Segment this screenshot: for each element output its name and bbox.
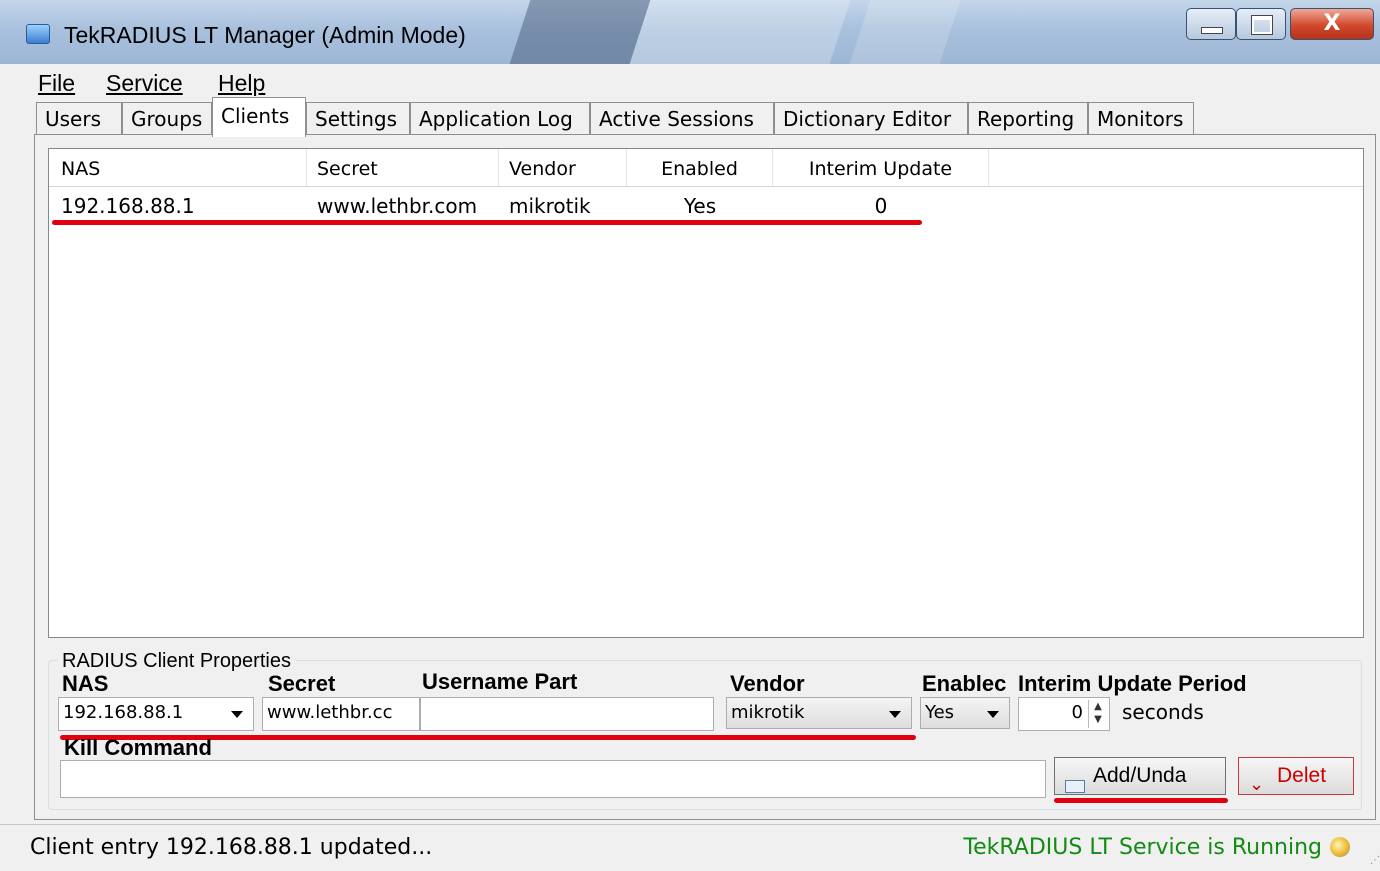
kill-command-input[interactable] [60, 760, 1046, 798]
save-icon [1065, 780, 1085, 793]
tab-clients[interactable]: Clients [212, 97, 306, 137]
annotation-underline-row [52, 220, 922, 225]
interim-update-period-label: Interim Update Period [1018, 671, 1247, 696]
service-status: TekRADIUS LT Service is Running [963, 835, 1322, 860]
resize-grip-icon[interactable]: ⋰ [1370, 855, 1380, 866]
status-message: Client entry 192.168.88.1 updated... [30, 835, 433, 860]
tab-reporting[interactable]: Reporting [968, 102, 1088, 134]
menu-service[interactable]: Service [106, 70, 183, 97]
table-row[interactable]: 192.168.88.1 www.lethbr.com mikrotik Yes… [49, 193, 1363, 223]
app-icon [26, 24, 50, 44]
service-running-icon [1330, 837, 1350, 857]
spinner-arrows-icon[interactable]: ▲ ▼ [1088, 700, 1107, 728]
window-title: TekRADIUS LT Manager (Admin Mode) [64, 22, 466, 48]
cell-vendor: mikrotik [509, 194, 591, 218]
column-header-enabled[interactable]: Enabled [627, 149, 773, 186]
menu-file[interactable]: File [38, 70, 75, 97]
kill-command-label: Kill Command [64, 735, 212, 760]
table-header: NAS Secret Vendor Enabled Interim Update [49, 149, 1363, 187]
username-part-label: Username Part [422, 669, 578, 694]
minimize-button[interactable] [1186, 8, 1236, 40]
add-update-button[interactable]: Add/Unda [1054, 757, 1226, 795]
tab-settings[interactable]: Settings [306, 102, 410, 134]
delete-icon: ⌄ [1249, 774, 1265, 794]
nas-value: 192.168.88.1 [63, 702, 184, 723]
cell-secret: www.lethbr.com [317, 194, 478, 218]
column-header-secret[interactable]: Secret [307, 149, 499, 186]
nas-label: NAS [62, 671, 109, 696]
secret-label: Secret [268, 671, 336, 696]
enabled-label: Enablec [922, 671, 1007, 696]
status-bar: Client entry 192.168.88.1 updated... Tek… [0, 824, 1380, 871]
column-header-vendor[interactable]: Vendor [499, 149, 627, 186]
menu-bar: File Service Help [0, 64, 1380, 100]
close-button[interactable]: X [1290, 8, 1374, 40]
interim-update-spinner[interactable]: 0 ▲ ▼ [1018, 697, 1110, 731]
cell-nas: 192.168.88.1 [61, 194, 195, 218]
tab-groups[interactable]: Groups [122, 102, 212, 134]
tab-active-sessions[interactable]: Active Sessions [590, 102, 774, 134]
tab-application-log[interactable]: Application Log [410, 102, 590, 134]
interim-unit: seconds [1122, 700, 1204, 724]
cell-interim-update: 0 [874, 194, 888, 218]
title-bar: TekRADIUS LT Manager (Admin Mode) X [0, 0, 1380, 64]
chevron-down-icon [987, 711, 999, 718]
enabled-value: Yes [925, 702, 955, 723]
tab-users[interactable]: Users [36, 102, 122, 134]
column-header-interim-update[interactable]: Interim Update [773, 149, 989, 186]
tab-monitors[interactable]: Monitors [1088, 102, 1194, 134]
vendor-label: Vendor [730, 671, 805, 696]
close-icon: X [1323, 11, 1341, 36]
secret-input[interactable]: www.lethbr.cc [262, 697, 420, 731]
chevron-down-icon [889, 711, 901, 718]
maximize-icon [1252, 16, 1272, 34]
annotation-underline-button [1054, 798, 1228, 803]
group-title: RADIUS Client Properties [58, 650, 295, 673]
maximize-button[interactable] [1236, 8, 1286, 40]
minimize-icon [1201, 27, 1223, 34]
enabled-select[interactable]: Yes [920, 697, 1010, 729]
chevron-down-icon [231, 711, 243, 718]
username-part-input[interactable] [420, 697, 714, 731]
interim-value: 0 [1071, 702, 1083, 723]
cell-enabled: Yes [683, 194, 717, 218]
nas-combobox[interactable]: 192.168.88.1 [58, 697, 254, 731]
menu-help[interactable]: Help [218, 70, 265, 97]
vendor-select[interactable]: mikrotik [726, 697, 912, 729]
column-header-nas[interactable]: NAS [49, 149, 307, 186]
delete-button[interactable]: ⌄ Delet [1238, 757, 1354, 795]
tab-dictionary-editor[interactable]: Dictionary Editor [774, 102, 968, 134]
vendor-value: mikrotik [731, 702, 805, 723]
